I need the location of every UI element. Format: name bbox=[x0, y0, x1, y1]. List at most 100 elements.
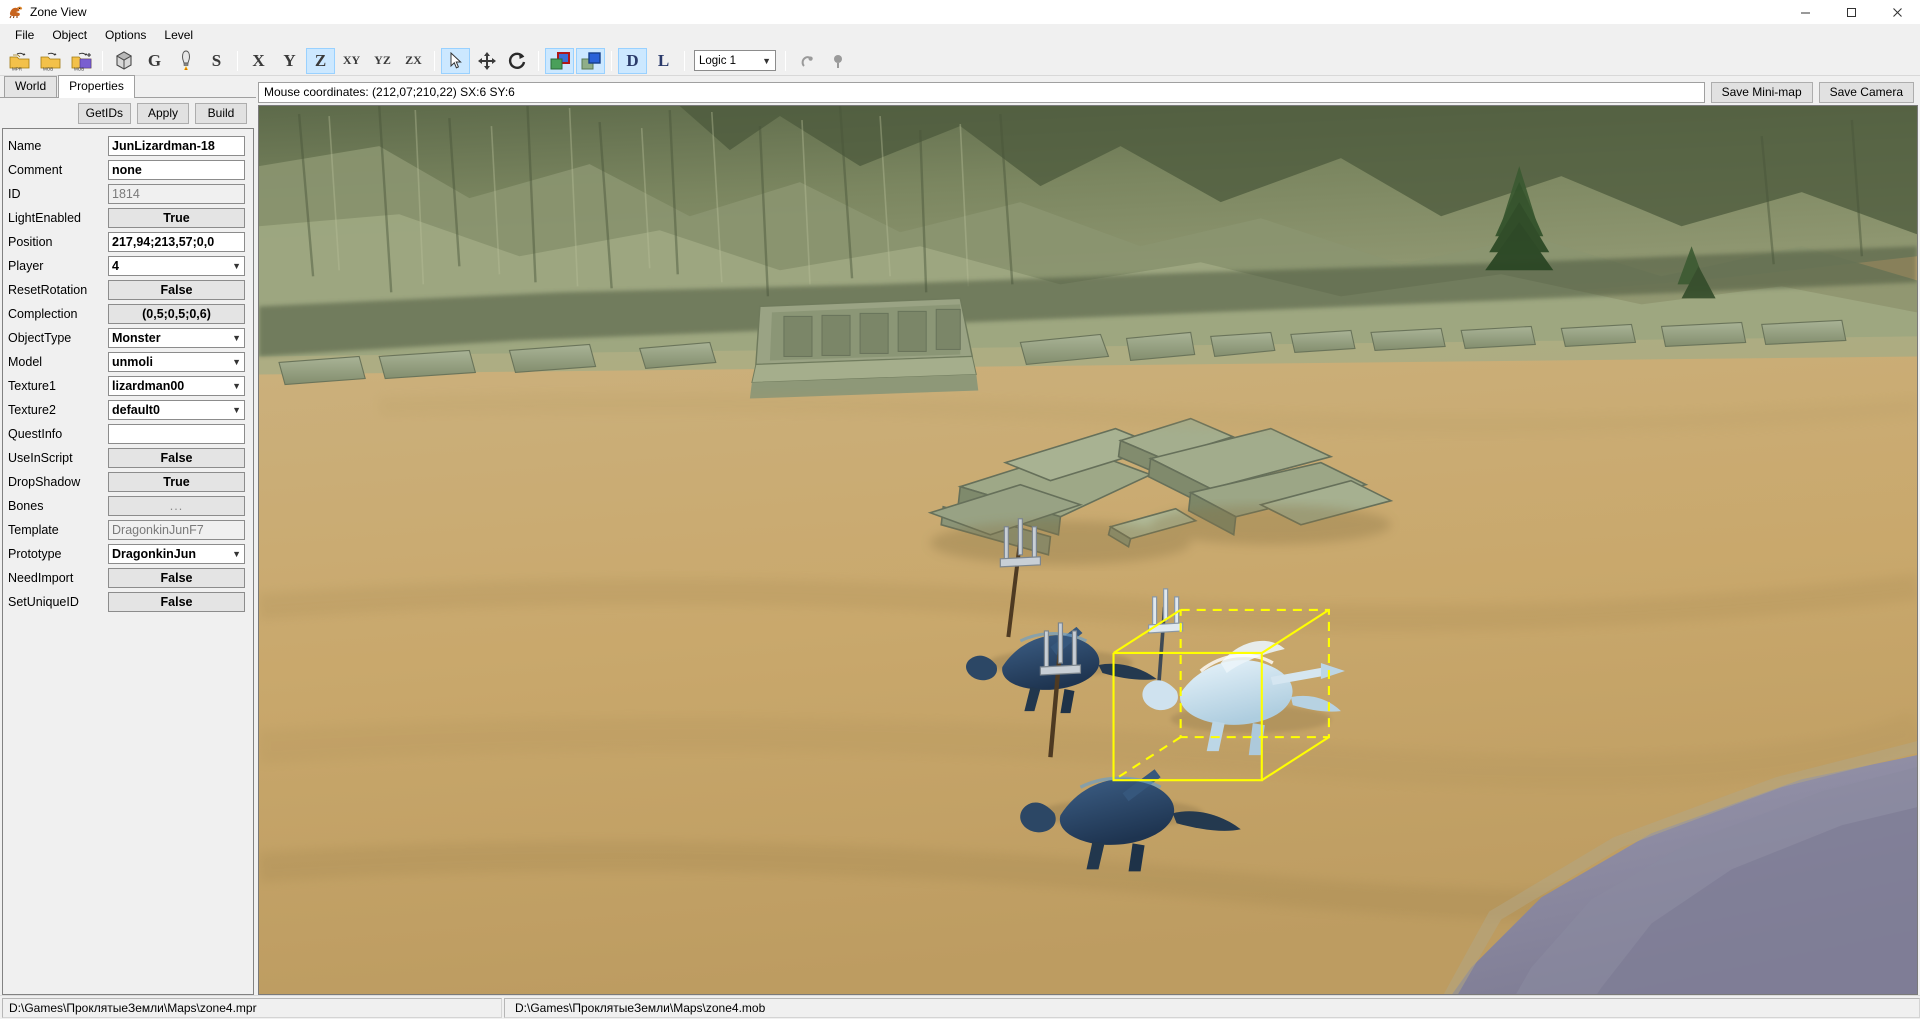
apply-button[interactable]: Apply bbox=[137, 103, 189, 124]
dropshadow-toggle[interactable]: True bbox=[108, 472, 245, 492]
menu-item-file[interactable]: File bbox=[6, 25, 43, 45]
box-mode-button[interactable] bbox=[109, 48, 138, 74]
property-label: Complection bbox=[8, 307, 108, 321]
property-label: Name bbox=[8, 139, 108, 153]
close-button[interactable] bbox=[1874, 0, 1920, 24]
properties-sidebar: World Properties GetIDs Apply Build Name… bbox=[0, 76, 256, 995]
property-label: Texture2 bbox=[8, 403, 108, 417]
prototype-select[interactable]: DragonkinJun ▼ bbox=[108, 544, 245, 564]
player-select[interactable]: 4 ▼ bbox=[108, 256, 245, 276]
status-map-path: D:\Games\ПроклятыеЗемли\Maps\zone4.mpr bbox=[2, 998, 502, 1018]
property-label: QuestInfo bbox=[8, 427, 108, 441]
name-field[interactable]: JunLizardman-18 bbox=[108, 136, 245, 156]
diagram-button[interactable]: D bbox=[618, 48, 647, 74]
build-button[interactable]: Build bbox=[195, 103, 247, 124]
grid-button[interactable]: G bbox=[140, 48, 169, 74]
yz-icon: YZ bbox=[374, 53, 391, 68]
plane-yz-button[interactable]: YZ bbox=[368, 48, 397, 74]
property-label: Template bbox=[8, 523, 108, 537]
save-minimap-button[interactable]: Save Mini-map bbox=[1711, 82, 1813, 103]
toolbar-separator bbox=[611, 51, 612, 71]
toolbar-separator bbox=[434, 51, 435, 71]
sound-button[interactable]: S bbox=[202, 48, 231, 74]
axis-x-button[interactable]: X bbox=[244, 48, 273, 74]
letter-d-gothic-icon: D bbox=[626, 51, 638, 71]
property-label: LightEnabled bbox=[8, 211, 108, 225]
lightenabled-toggle[interactable]: True bbox=[108, 208, 245, 228]
viewport-toolbar: Mouse coordinates: (212,07;210,22) SX:6 … bbox=[256, 79, 1920, 105]
menu-item-options[interactable]: Options bbox=[96, 25, 155, 45]
property-row-template: Template DragonkinJunF7 bbox=[3, 518, 253, 542]
label-button[interactable]: L bbox=[649, 48, 678, 74]
property-row-complection: Complection (0,5;0,5;0,6) bbox=[3, 302, 253, 326]
maximize-button[interactable] bbox=[1828, 0, 1874, 24]
rotate-tool-button[interactable] bbox=[503, 48, 532, 74]
trident-head bbox=[1040, 623, 1080, 675]
open-mob-button[interactable]: MOB bbox=[36, 48, 65, 74]
texture2-select[interactable]: default0 ▼ bbox=[108, 400, 245, 420]
tab-world[interactable]: World bbox=[4, 76, 57, 97]
front-layer-button[interactable] bbox=[545, 48, 574, 74]
open-mpr-button[interactable]: MPR bbox=[5, 48, 34, 74]
save-camera-button[interactable]: Save Camera bbox=[1819, 82, 1914, 103]
scene-render: 0 bbox=[259, 106, 1917, 995]
position-field[interactable]: 217,94;213,57;0,0 bbox=[108, 232, 245, 252]
light-button[interactable] bbox=[171, 48, 200, 74]
bones-button[interactable]: ... bbox=[108, 496, 245, 516]
property-label: Bones bbox=[8, 499, 108, 513]
point-marker-button[interactable] bbox=[823, 48, 852, 74]
temple-ruin bbox=[750, 298, 978, 398]
scene-3d-viewport[interactable]: 0 bbox=[258, 105, 1918, 995]
setuniqueid-toggle[interactable]: False bbox=[108, 592, 245, 612]
zone-view-window: Zone View File Object Options Level bbox=[0, 0, 1920, 1019]
model-select[interactable]: unmoli ▼ bbox=[108, 352, 245, 372]
chevron-down-icon: ▼ bbox=[232, 261, 241, 271]
svg-text:MOB: MOB bbox=[43, 66, 53, 71]
chevron-down-icon: ▼ bbox=[762, 56, 771, 66]
app-lizard-icon bbox=[8, 4, 24, 20]
property-label: Model bbox=[8, 355, 108, 369]
plane-zx-button[interactable]: ZX bbox=[399, 48, 428, 74]
unit-marker-button[interactable] bbox=[792, 48, 821, 74]
property-label: Position bbox=[8, 235, 108, 249]
player-select-value: 4 bbox=[112, 259, 119, 273]
move-tool-button[interactable] bbox=[472, 48, 501, 74]
letter-g-icon: G bbox=[148, 51, 161, 71]
property-label: NeedImport bbox=[8, 571, 108, 585]
property-row-objecttype: ObjectType Monster ▼ bbox=[3, 326, 253, 350]
comment-field[interactable]: none bbox=[108, 160, 245, 180]
back-layer-button[interactable] bbox=[576, 48, 605, 74]
axis-z-button[interactable]: Z bbox=[306, 48, 335, 74]
property-row-setuniqueid: SetUniqueID False bbox=[3, 590, 253, 614]
chevron-down-icon: ▼ bbox=[232, 549, 241, 559]
menu-item-level[interactable]: Level bbox=[155, 25, 202, 45]
zx-icon: ZX bbox=[405, 53, 422, 68]
chevron-down-icon: ▼ bbox=[232, 333, 241, 343]
xy-icon: XY bbox=[343, 53, 360, 68]
useinscript-toggle[interactable]: False bbox=[108, 448, 245, 468]
complection-button[interactable]: (0,5;0,5;0,6) bbox=[108, 304, 245, 324]
get-ids-button[interactable]: GetIDs bbox=[78, 103, 131, 124]
sidebar-tabs: World Properties bbox=[0, 76, 256, 98]
texture1-select[interactable]: lizardman00 ▼ bbox=[108, 376, 245, 396]
property-row-name: Name JunLizardman-18 bbox=[3, 134, 253, 158]
select-tool-button[interactable] bbox=[441, 48, 470, 74]
minimize-button[interactable] bbox=[1782, 0, 1828, 24]
questinfo-field[interactable] bbox=[108, 424, 245, 444]
resetrotation-toggle[interactable]: False bbox=[108, 280, 245, 300]
toolbar-separator bbox=[538, 51, 539, 71]
tab-properties[interactable]: Properties bbox=[58, 75, 135, 98]
needimport-toggle[interactable]: False bbox=[108, 568, 245, 588]
plane-xy-button[interactable]: XY bbox=[337, 48, 366, 74]
svg-text:MOB: MOB bbox=[74, 66, 84, 71]
property-label: Player bbox=[8, 259, 108, 273]
viewport-area: Mouse coordinates: (212,07;210,22) SX:6 … bbox=[256, 76, 1920, 995]
chevron-down-icon: ▼ bbox=[232, 381, 241, 391]
axis-y-button[interactable]: Y bbox=[275, 48, 304, 74]
new-mob-button[interactable]: MOB bbox=[67, 48, 96, 74]
logic-select[interactable]: Logic 1 ▼ bbox=[694, 50, 776, 71]
property-row-id: ID 1814 bbox=[3, 182, 253, 206]
property-row-questinfo: QuestInfo bbox=[3, 422, 253, 446]
objecttype-select[interactable]: Monster ▼ bbox=[108, 328, 245, 348]
menu-item-object[interactable]: Object bbox=[43, 25, 96, 45]
